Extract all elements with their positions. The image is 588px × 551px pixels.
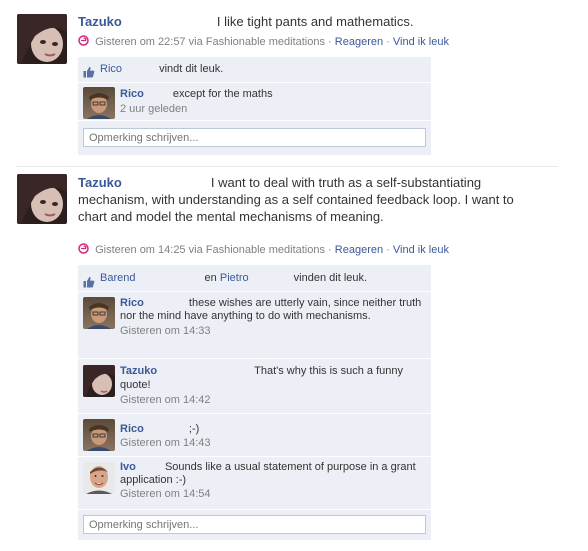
- reply-link[interactable]: Reageren: [335, 244, 383, 256]
- likes-row: Barend en Pietro vinden dit leuk.: [78, 265, 431, 292]
- comment-time[interactable]: Gisteren om 14:43: [120, 437, 425, 449]
- comment-author[interactable]: Rico: [120, 297, 144, 309]
- fashionable-meditations-icon[interactable]: [78, 243, 89, 254]
- post-via[interactable]: via Fashionable meditations: [189, 36, 325, 48]
- comment: Rico ;-) Gisteren om 14:43: [78, 414, 431, 457]
- comment: Ivo Sounds like a usual statement of pur…: [78, 457, 431, 510]
- comment: Rico these wishes are utterly vain, sinc…: [78, 292, 431, 359]
- rico-avatar[interactable]: [83, 87, 115, 119]
- fashionable-meditations-icon[interactable]: [78, 35, 89, 46]
- like-user-link[interactable]: Pietro: [220, 272, 249, 284]
- post-timestamp[interactable]: Gisteren om 22:57: [95, 36, 186, 48]
- post-timestamp[interactable]: Gisteren om 14:25: [95, 244, 186, 256]
- like-link[interactable]: Vind ik leuk: [393, 244, 449, 256]
- comment: Tazuko That's why this is such a funny q…: [78, 359, 431, 414]
- write-comment-input[interactable]: [83, 128, 426, 147]
- comment-text: except for the maths: [172, 88, 273, 100]
- comment-text: these wishes are utterly vain, since nei…: [120, 297, 422, 322]
- likes-text: vinden dit leuk.: [293, 272, 368, 284]
- separator: ·: [328, 244, 332, 256]
- post-via[interactable]: via Fashionable meditations: [189, 244, 325, 256]
- like-link[interactable]: Vind ik leuk: [393, 36, 449, 48]
- like-user-link[interactable]: Barend: [100, 272, 135, 284]
- separator: ·: [386, 244, 390, 256]
- write-comment-row: [78, 121, 431, 155]
- separator: ·: [386, 36, 390, 48]
- write-comment-row: [78, 510, 431, 540]
- likes-text: vindt dit leuk.: [159, 63, 224, 75]
- separator: ·: [328, 36, 332, 48]
- comment-author[interactable]: Rico: [120, 423, 144, 435]
- comment-time[interactable]: Gisteren om 14:33: [120, 325, 425, 337]
- comment-author[interactable]: Rico: [120, 88, 144, 100]
- rico-avatar[interactable]: [83, 419, 115, 451]
- post-2: Tazuko I want to deal with truth as a se…: [0, 170, 560, 550]
- likes-and: en: [204, 272, 217, 284]
- post-author[interactable]: Tazuko: [78, 175, 122, 190]
- like-user-link[interactable]: Rico: [100, 63, 122, 75]
- post-text: I like tight pants and mathematics.: [216, 14, 414, 29]
- comment-text: ;-): [188, 423, 200, 435]
- tazuko-avatar[interactable]: [83, 365, 115, 397]
- thumbs-up-icon: [83, 63, 95, 78]
- feedback-box: Barend en Pietro vinden dit leuk. Rico t…: [78, 265, 431, 540]
- post-author[interactable]: Tazuko: [78, 14, 122, 29]
- tazuko-avatar[interactable]: [17, 174, 67, 224]
- comment-time[interactable]: Gisteren om 14:54: [120, 488, 425, 500]
- likes-row: Rico vindt dit leuk.: [78, 57, 431, 83]
- post-meta: Gisteren om 14:25 via Fashionable medita…: [78, 243, 449, 256]
- comment-time[interactable]: Gisteren om 14:42: [120, 394, 425, 406]
- post-meta: Gisteren om 22:57 via Fashionable medita…: [78, 35, 449, 48]
- comment-text: Sounds like a usual statement of purpose…: [120, 461, 416, 486]
- reply-link[interactable]: Reageren: [335, 36, 383, 48]
- comment: Rico except for the maths 2 uur geleden: [78, 83, 431, 121]
- thumbs-up-icon: [83, 272, 95, 288]
- rico-avatar[interactable]: [83, 297, 115, 329]
- comment-text: That's why this is such a funny quote!: [120, 365, 403, 391]
- tazuko-avatar[interactable]: [17, 14, 67, 64]
- ivo-avatar[interactable]: [83, 462, 115, 494]
- post-divider: [16, 166, 558, 167]
- comment-author[interactable]: Ivo: [120, 461, 136, 473]
- feedback-box: Rico vindt dit leuk. Rico except for the…: [78, 57, 431, 155]
- comment-time[interactable]: 2 uur geleden: [120, 103, 425, 115]
- comment-author[interactable]: Tazuko: [120, 365, 157, 377]
- write-comment-input[interactable]: [83, 515, 426, 534]
- post-text: I want to deal with truth as a self-subs…: [78, 175, 514, 224]
- post-1: Tazuko I like tight pants and mathematic…: [0, 0, 560, 160]
